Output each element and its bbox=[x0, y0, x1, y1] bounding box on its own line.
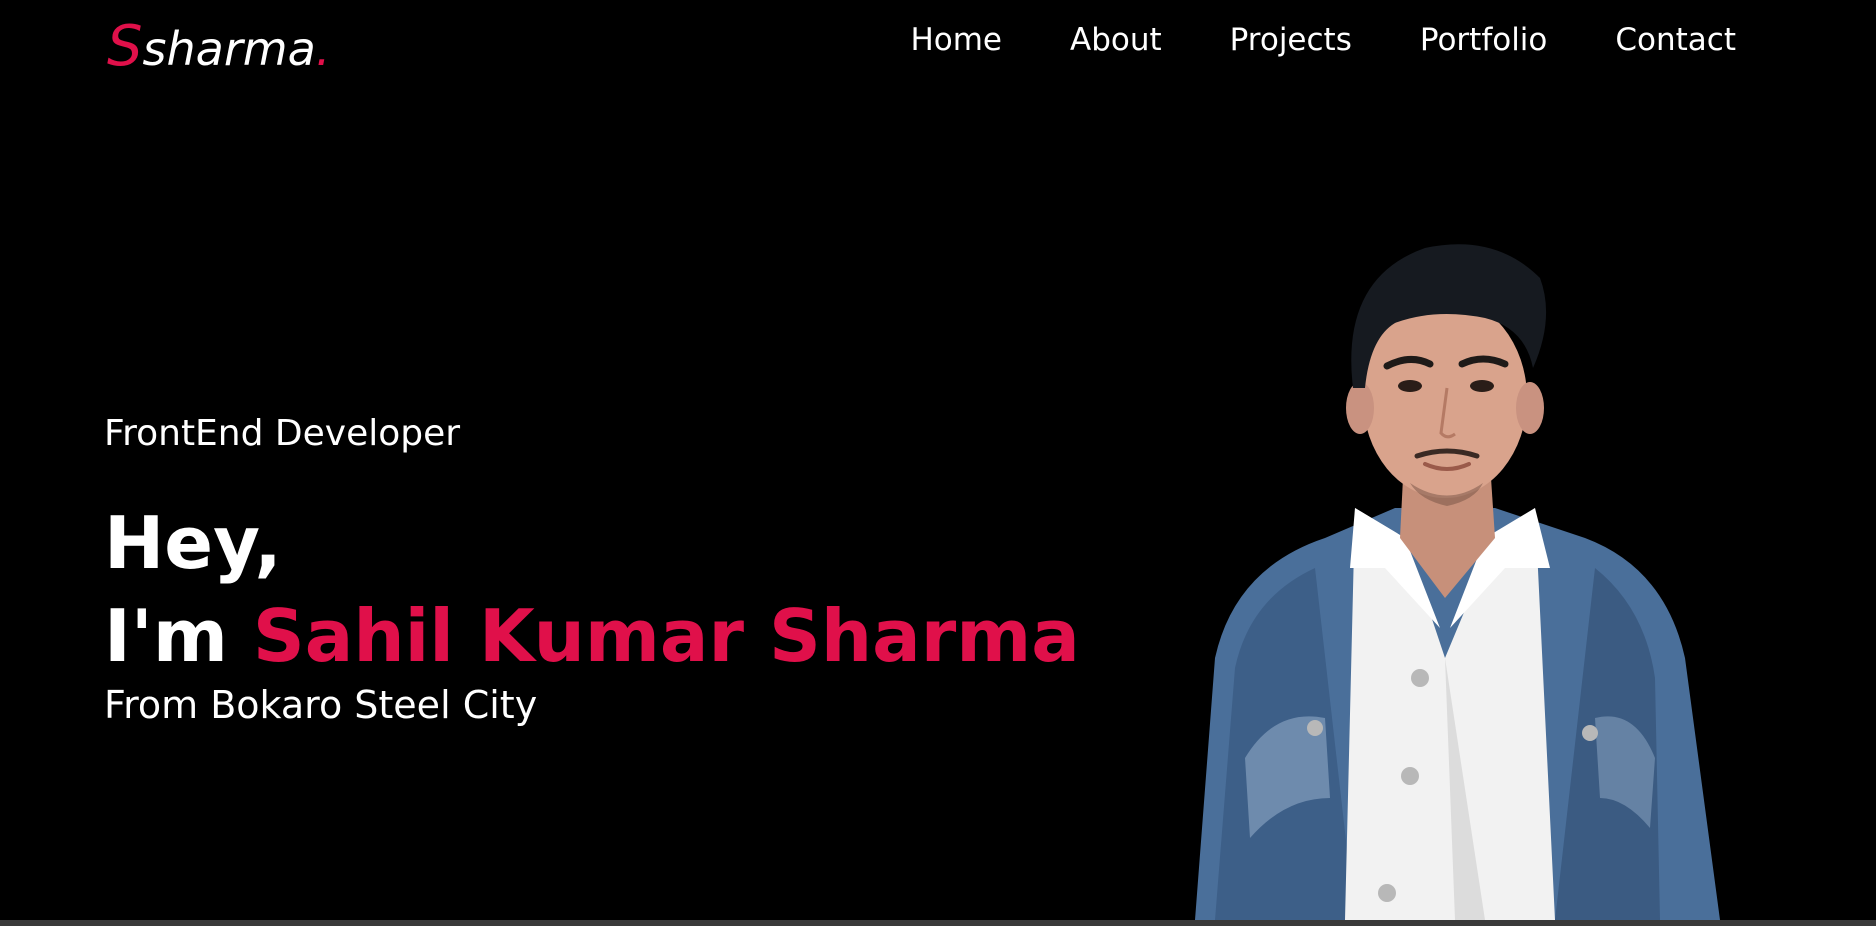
hero-location: From Bokaro Steel City bbox=[104, 683, 538, 727]
ear-right bbox=[1516, 382, 1544, 434]
page: Ssharma. Home About Projects Portfolio C… bbox=[0, 0, 1876, 926]
nav-about[interactable]: About bbox=[1070, 22, 1162, 58]
hero-role: FrontEnd Developer bbox=[104, 413, 461, 454]
jacket-button bbox=[1411, 669, 1429, 687]
logo-text: sharma bbox=[142, 22, 316, 76]
logo-initial: S bbox=[107, 14, 143, 79]
nav-portfolio[interactable]: Portfolio bbox=[1420, 22, 1548, 58]
logo-dot: . bbox=[315, 22, 331, 76]
hero-intro: I'm Sahil Kumar Sharma bbox=[104, 586, 1104, 686]
nav-home[interactable]: Home bbox=[910, 22, 1002, 58]
nav-projects[interactable]: Projects bbox=[1230, 22, 1352, 58]
hero-name: Sahil Kumar Sharma bbox=[252, 594, 1080, 678]
hero-intro-prefix: I'm bbox=[104, 594, 253, 678]
eye-left bbox=[1398, 380, 1422, 392]
main-nav: Home About Projects Portfolio Contact bbox=[910, 22, 1736, 58]
nav-contact[interactable]: Contact bbox=[1615, 22, 1736, 58]
jacket-button bbox=[1401, 767, 1419, 785]
jacket-button bbox=[1582, 725, 1598, 741]
eye-right bbox=[1470, 380, 1494, 392]
bottom-scrollbar-edge bbox=[0, 920, 1876, 926]
profile-photo bbox=[1195, 244, 1720, 920]
site-logo[interactable]: Ssharma. bbox=[107, 14, 330, 79]
hero-section: FrontEnd Developer Hey, I'm Sahil Kumar … bbox=[104, 410, 1104, 730]
jacket-button bbox=[1307, 720, 1323, 736]
ear-left bbox=[1346, 382, 1374, 434]
jacket-button bbox=[1378, 884, 1396, 902]
hero-greeting: Hey, bbox=[104, 501, 282, 585]
site-header: Ssharma. Home About Projects Portfolio C… bbox=[0, 0, 1876, 96]
